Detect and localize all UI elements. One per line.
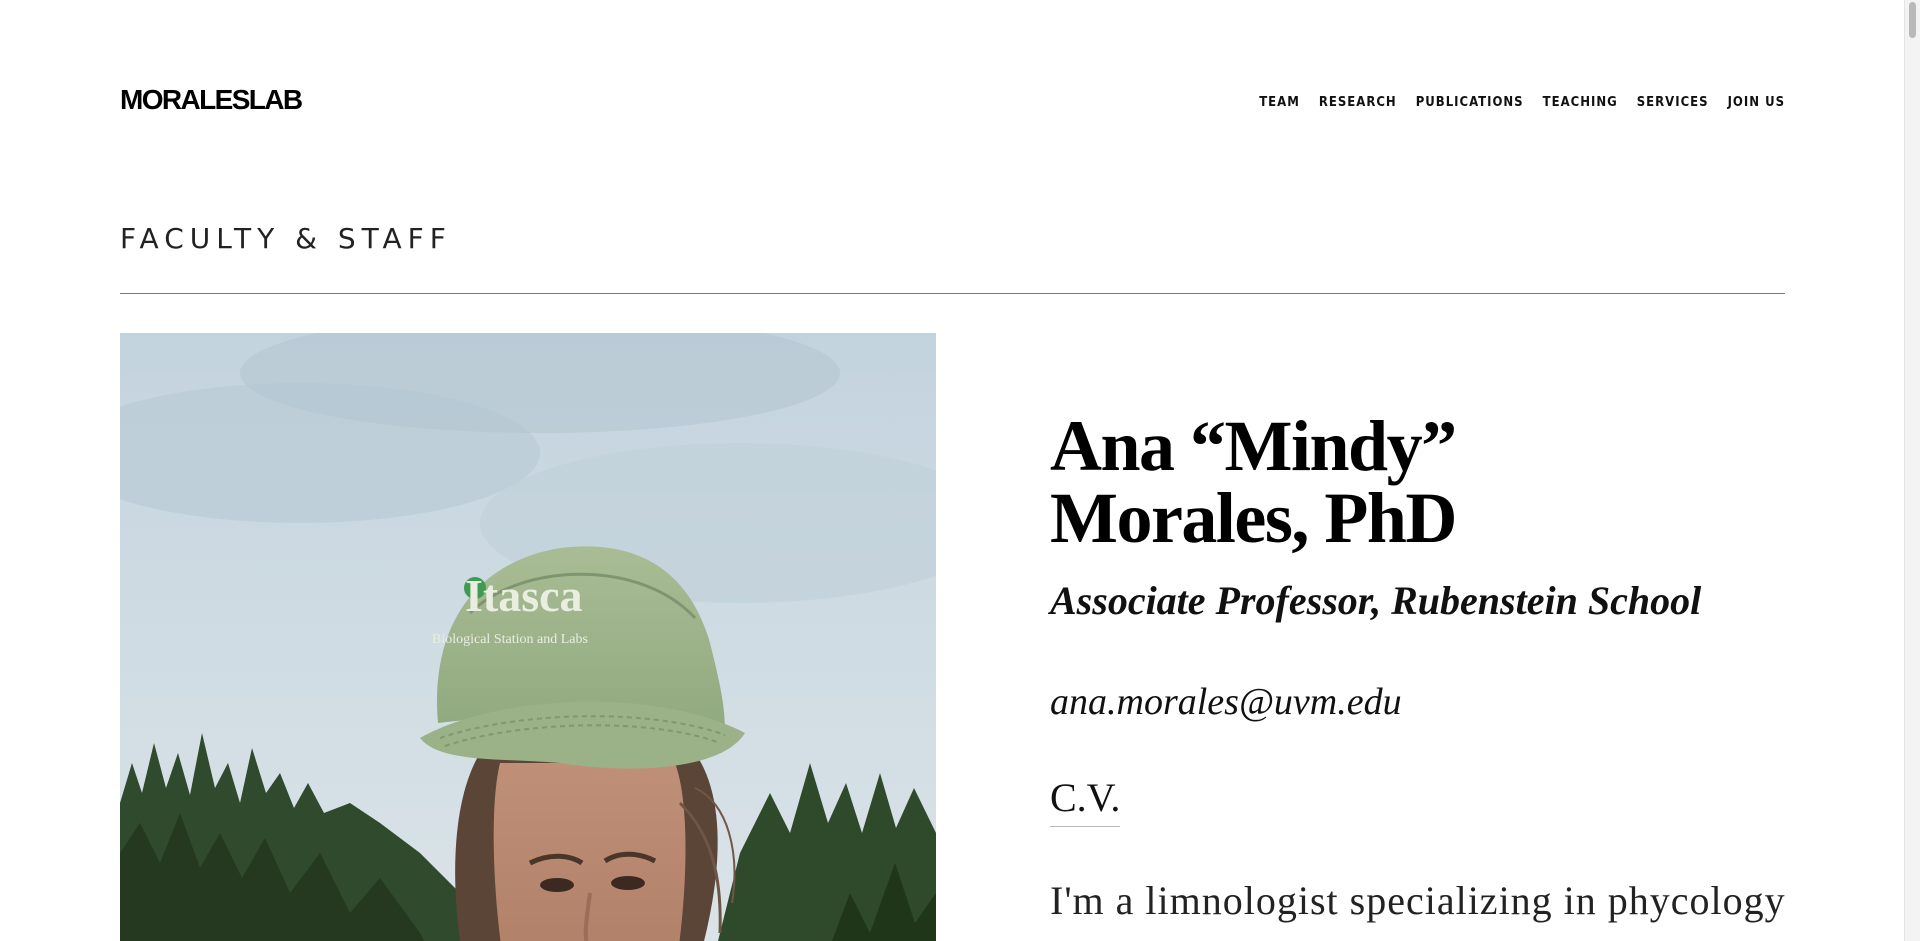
cap-subtext: Biological Station and Labs xyxy=(432,632,588,647)
nav-services[interactable]: SERVICES xyxy=(1637,95,1709,110)
nav-publications[interactable]: PUBLICATIONS xyxy=(1416,95,1524,110)
scrollbar-thumb[interactable] xyxy=(1909,2,1916,38)
profile-bio: I'm a limnologist specializing in phycol… xyxy=(1050,878,1786,923)
faculty-page: MORALESLAB TEAM RESEARCH PUBLICATIONS TE… xyxy=(0,0,1920,941)
nav-teaching[interactable]: TEACHING xyxy=(1543,95,1618,110)
email-link[interactable]: ana.morales@uvm.edu xyxy=(1050,680,1690,724)
section-divider xyxy=(120,293,1785,294)
profile-info: Ana “Mindy” Morales, PhD Associate Profe… xyxy=(1050,406,1786,925)
site-logo[interactable]: MORALESLAB xyxy=(120,86,303,114)
profile-name: Ana “Mindy” Morales, PhD xyxy=(1050,406,1457,558)
nav-research[interactable]: RESEARCH xyxy=(1319,95,1397,110)
cap-logo-text: Itasca xyxy=(465,570,583,621)
profile-photo: Itasca Biological Station and Labs xyxy=(120,333,936,941)
cv-link[interactable]: C.V. xyxy=(1050,778,1121,827)
page-scrollbar[interactable] xyxy=(1904,0,1920,941)
nav-team[interactable]: TEAM xyxy=(1259,95,1300,110)
profile-photo-illustration: Itasca Biological Station and Labs xyxy=(120,333,936,941)
nav-join-us[interactable]: JOIN US xyxy=(1728,95,1785,110)
main-nav: TEAM RESEARCH PUBLICATIONS TEACHING SERV… xyxy=(1259,95,1785,110)
profile-role: Associate Professor, Rubenstein School xyxy=(1050,578,1702,623)
section-title: FACULTY & STAFF xyxy=(120,222,452,255)
